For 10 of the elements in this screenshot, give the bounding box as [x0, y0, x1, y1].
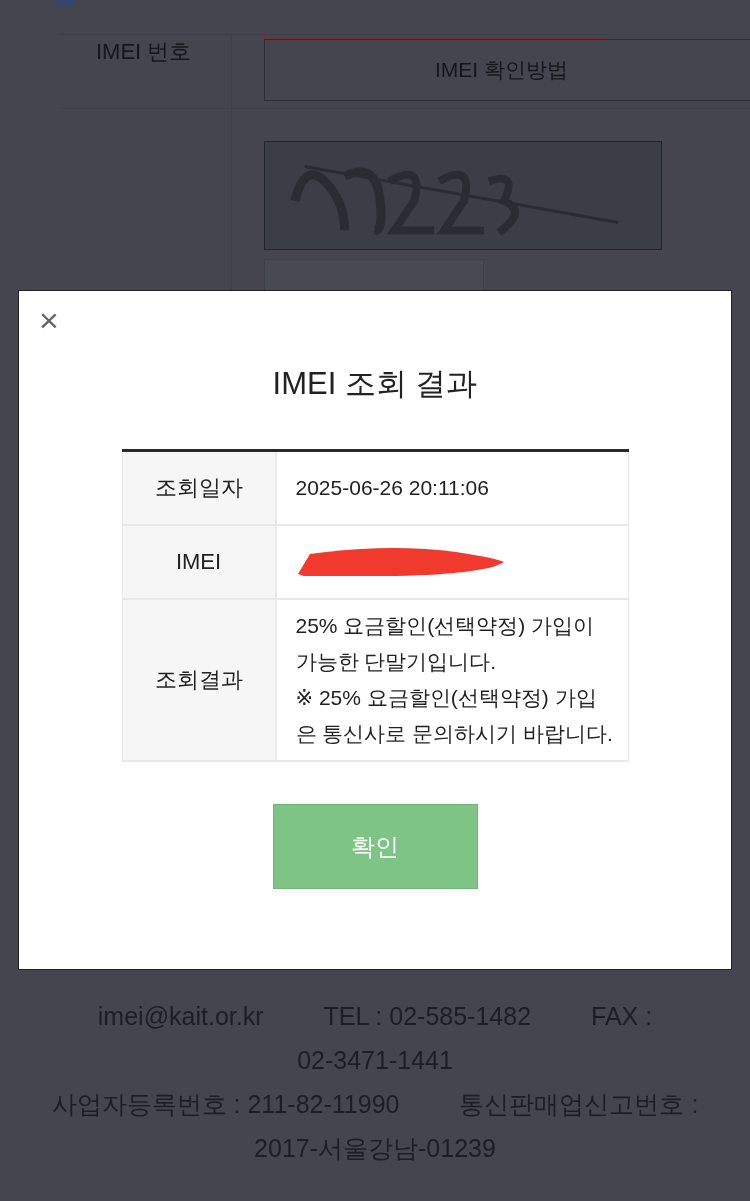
close-button[interactable]: × [39, 303, 59, 337]
input-field[interactable] [264, 33, 606, 39]
table-value: 2025-06-26 20:11:06 [295, 475, 489, 501]
table-label: 조회일자 [154, 474, 243, 502]
table-value: 25% 요금할인(선택약정) 가입이 가능한 단말기입니다. ※ 25% 요금할인(선택약정) 가입은 통신사로 문의하시기 바랍니다. [295, 613, 614, 747]
dialog-title: IMEI 조회 결과 [272, 365, 478, 403]
table-label: 조회결과 [154, 666, 243, 694]
table-label: IMEI [175, 549, 222, 575]
page-header-icon [55, 0, 75, 6]
confirm-button[interactable]: 확인 [272, 804, 478, 889]
